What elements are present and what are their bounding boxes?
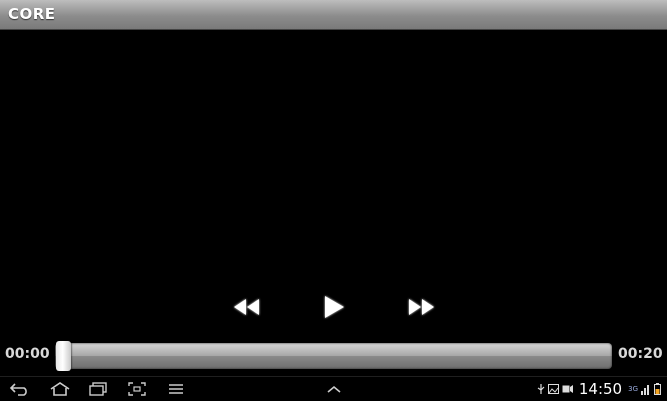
status-area[interactable]: 14:50 3G: [537, 379, 661, 399]
seek-track[interactable]: [55, 343, 612, 369]
total-time: 00:20: [618, 346, 663, 362]
menu-icon: [169, 384, 183, 394]
play-icon: [325, 296, 344, 318]
app-title: CORE: [8, 5, 56, 23]
network-type: 3G: [628, 384, 638, 393]
video-notification-icon: [562, 385, 573, 393]
system-navigation-bar: 14:50 3G: [0, 376, 667, 401]
chevron-up-icon: [327, 385, 341, 393]
video-surface[interactable]: [0, 30, 667, 290]
playback-controls: [0, 290, 667, 326]
signal-icon: [641, 385, 649, 395]
show-more-button[interactable]: [320, 379, 348, 399]
image-notification-icon: [547, 384, 559, 394]
play-button[interactable]: [314, 290, 354, 324]
recent-apps-icon: [89, 382, 107, 396]
battery-icon: [654, 383, 661, 395]
screenshot-icon: [128, 382, 146, 396]
home-button[interactable]: [46, 379, 74, 399]
seek-thumb[interactable]: [56, 341, 71, 371]
menu-button[interactable]: [162, 379, 190, 399]
rewind-icon: [234, 299, 259, 315]
back-button[interactable]: [6, 379, 34, 399]
rewind-button[interactable]: [227, 290, 267, 324]
usb-icon: [537, 384, 545, 394]
screenshot-button[interactable]: [123, 379, 151, 399]
clock: 14:50: [578, 380, 623, 398]
home-icon: [50, 382, 70, 396]
title-bar: CORE: [0, 0, 667, 30]
fast-forward-button[interactable]: [401, 290, 441, 324]
seek-bar-row: 00:00 00:20: [0, 338, 667, 372]
back-icon: [9, 383, 27, 396]
current-time: 00:00: [5, 346, 50, 362]
recent-apps-button[interactable]: [84, 379, 112, 399]
fast-forward-icon: [409, 299, 434, 315]
